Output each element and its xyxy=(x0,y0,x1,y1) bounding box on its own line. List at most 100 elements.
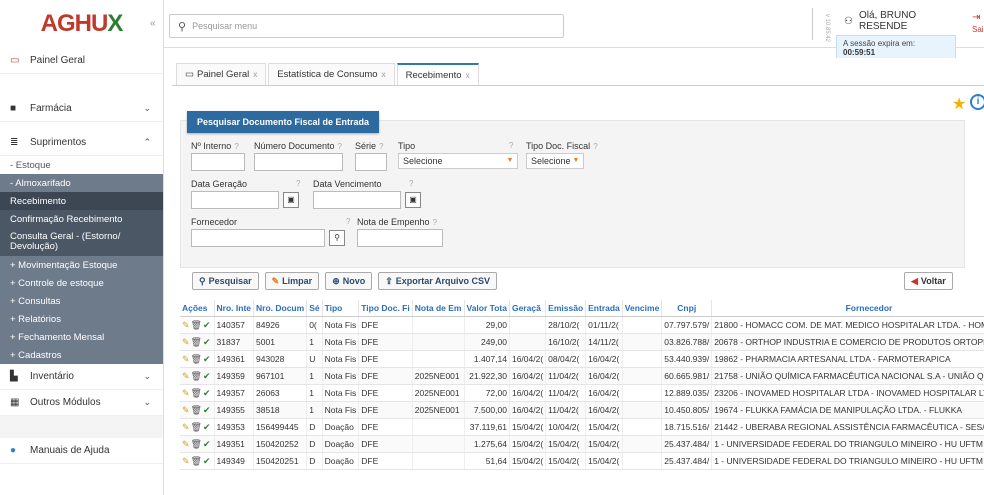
column-header[interactable]: Sé xyxy=(306,300,323,317)
confirm-icon[interactable]: ✔ xyxy=(203,320,212,330)
delete-icon[interactable]: 🗑 xyxy=(191,388,203,398)
data-geracao-input[interactable] xyxy=(191,191,279,209)
tipo-select[interactable]: Selecione ▼ xyxy=(398,153,518,169)
close-icon[interactable]: x xyxy=(253,70,257,79)
search-icon[interactable]: ⚲ xyxy=(329,230,345,246)
table-row[interactable]: ✎🗑✔ 149351 150420252 D Doação DFE 1.275,64 15/0… xyxy=(180,435,984,453)
confirm-icon[interactable]: ✔ xyxy=(203,337,212,347)
limpar-button[interactable]: ✎ Limpar xyxy=(264,272,320,290)
row-actions[interactable]: ✎🗑✔ xyxy=(180,367,215,385)
confirm-icon[interactable]: ✔ xyxy=(203,439,212,449)
table-row[interactable]: ✎🗑✔ 140357 84926 0(Nota Fis DFE 29,00 28/10/2(… xyxy=(180,316,984,334)
sidebar-item-painel[interactable]: ▭ Painel Geral xyxy=(0,48,163,74)
sidebar-item-inventario[interactable]: ▙ Inventário ⌄ xyxy=(0,364,163,390)
edit-icon[interactable]: ✎ xyxy=(182,439,191,449)
delete-icon[interactable]: 🗑 xyxy=(191,422,203,432)
tab-estatistica[interactable]: Estatística de Consumo x xyxy=(268,63,395,85)
edit-icon[interactable]: ✎ xyxy=(182,388,191,398)
sidebar-item-movimentacao[interactable]: + Movimentação Estoque xyxy=(0,256,163,274)
table-row[interactable]: ✎🗑✔ 31837 5001 1 Nota Fis DFE 249,00 16/10/2(14… xyxy=(180,333,984,351)
novo-button[interactable]: ⊕ Novo xyxy=(325,272,373,290)
row-actions[interactable]: ✎🗑✔ xyxy=(180,350,215,368)
column-header[interactable]: Cnpj xyxy=(661,300,713,317)
confirm-icon[interactable]: ✔ xyxy=(203,388,212,398)
close-icon[interactable]: x xyxy=(382,70,386,79)
calendar-icon[interactable]: ▣ xyxy=(405,192,421,208)
delete-icon[interactable]: 🗑 xyxy=(191,371,203,381)
data-vencimento-input[interactable] xyxy=(313,191,401,209)
confirm-icon[interactable]: ✔ xyxy=(203,354,212,364)
sidebar-item-controle[interactable]: + Controle de estoque xyxy=(0,274,163,292)
close-icon[interactable]: x xyxy=(466,71,470,80)
column-header[interactable]: Nro. Docum xyxy=(253,300,308,317)
row-actions[interactable]: ✎🗑✔ xyxy=(180,452,215,470)
table-row[interactable]: ✎🗑✔ 149359 967101 1 Nota Fis DFE 2025NE001 21.9… xyxy=(180,367,984,385)
column-header[interactable]: Entrada xyxy=(585,300,623,317)
column-header[interactable]: Geraçã xyxy=(509,300,547,317)
row-actions[interactable]: ✎🗑✔ xyxy=(180,435,215,453)
serie-input[interactable] xyxy=(355,153,387,171)
sidebar-item-relatorios[interactable]: + Relatórios xyxy=(0,310,163,328)
sidebar-item-recebimento[interactable]: Recebimento xyxy=(0,192,163,210)
delete-icon[interactable]: 🗑 xyxy=(191,320,203,330)
search-input[interactable]: ⚲ Pesquisar menu xyxy=(169,14,564,38)
delete-icon[interactable]: 🗑 xyxy=(191,439,203,449)
sidebar-item-suprimentos[interactable]: ≣ Suprimentos ⌃ xyxy=(0,130,163,156)
table-row[interactable]: ✎🗑✔ 149353 156499445 D Doação DFE 37.119,61 15/… xyxy=(180,418,984,436)
column-header[interactable]: Tipo xyxy=(322,300,360,317)
edit-icon[interactable]: ✎ xyxy=(182,354,191,364)
sidebar-item-outros[interactable]: ▦ Outros Módulos ⌄ xyxy=(0,390,163,416)
tab-recebimento[interactable]: Recebimento x xyxy=(396,63,479,85)
edit-icon[interactable]: ✎ xyxy=(182,405,191,415)
collapse-sidebar-icon[interactable]: « xyxy=(150,18,156,29)
row-actions[interactable]: ✎🗑✔ xyxy=(180,316,215,334)
favorite-star-icon[interactable]: ★ xyxy=(952,94,966,114)
column-header[interactable]: Nro. Inte xyxy=(214,300,255,317)
edit-icon[interactable]: ✎ xyxy=(182,456,191,466)
logout-button[interactable]: ⇥ Sai xyxy=(972,12,984,34)
sidebar-item-cadastros[interactable]: + Cadastros xyxy=(0,346,163,364)
sidebar-item-confirmacao[interactable]: Confirmação Recebimento xyxy=(0,210,163,228)
row-actions[interactable]: ✎🗑✔ xyxy=(180,401,215,419)
confirm-icon[interactable]: ✔ xyxy=(203,456,212,466)
edit-icon[interactable]: ✎ xyxy=(182,337,191,347)
edit-icon[interactable]: ✎ xyxy=(182,422,191,432)
table-row[interactable]: ✎🗑✔ 149361 943028 U Nota Fis DFE 1.407,14 16/04… xyxy=(180,350,984,368)
info-icon[interactable]: i xyxy=(970,94,984,110)
row-actions[interactable]: ✎🗑✔ xyxy=(180,418,215,436)
confirm-icon[interactable]: ✔ xyxy=(203,371,212,381)
nota-empenho-input[interactable] xyxy=(357,229,443,247)
table-row[interactable]: ✎🗑✔ 149357 26063 1 Nota Fis DFE 2025NE001 72,00… xyxy=(180,384,984,402)
column-header[interactable]: Vencime xyxy=(622,300,663,317)
delete-icon[interactable]: 🗑 xyxy=(191,405,203,415)
calendar-icon[interactable]: ▣ xyxy=(283,192,299,208)
n-interno-input[interactable] xyxy=(191,153,245,171)
numero-documento-input[interactable] xyxy=(254,153,343,171)
sidebar-item-consultas[interactable]: + Consultas xyxy=(0,292,163,310)
column-header[interactable]: Ações xyxy=(180,300,215,317)
tab-painel-geral[interactable]: ▭ Painel Geral x xyxy=(176,63,267,85)
delete-icon[interactable]: 🗑 xyxy=(191,354,203,364)
row-actions[interactable]: ✎🗑✔ xyxy=(180,333,215,351)
exportar-csv-button[interactable]: ⇪ Exportar Arquivo CSV xyxy=(378,272,497,290)
column-header[interactable]: Fornecedor xyxy=(711,300,984,317)
sidebar-item-farmacia[interactable]: ■ Farmácia ⌄ xyxy=(0,96,163,122)
column-header[interactable]: Valor Tota xyxy=(464,300,510,317)
column-header[interactable]: Emissão xyxy=(545,300,587,317)
voltar-button[interactable]: ◀ Voltar xyxy=(904,272,953,290)
table-row[interactable]: ✎🗑✔ 149349 150420251 D Doação DFE 51,64 15/04/2… xyxy=(180,452,984,470)
sidebar-item-estoque[interactable]: - Estoque xyxy=(0,156,163,174)
confirm-icon[interactable]: ✔ xyxy=(203,422,212,432)
column-header[interactable]: Nota de Em xyxy=(412,300,465,317)
tipo-doc-fiscal-select[interactable]: Selecione ▼ xyxy=(526,153,584,169)
row-actions[interactable]: ✎🗑✔ xyxy=(180,384,215,402)
confirm-icon[interactable]: ✔ xyxy=(203,405,212,415)
pesquisar-button[interactable]: ⚲ Pesquisar xyxy=(192,272,259,290)
sidebar-item-consulta-geral[interactable]: Consulta Geral - (Estorno/ Devolução) xyxy=(0,228,163,256)
sidebar-item-fechamento[interactable]: + Fechamento Mensal xyxy=(0,328,163,346)
sidebar-item-almoxarifado[interactable]: - Almoxarifado xyxy=(0,174,163,192)
delete-icon[interactable]: 🗑 xyxy=(191,456,203,466)
column-header[interactable]: Tipo Doc. Fi xyxy=(358,300,413,317)
sidebar-item-manuais[interactable]: ● Manuais de Ajuda xyxy=(0,438,163,464)
delete-icon[interactable]: 🗑 xyxy=(191,337,203,347)
